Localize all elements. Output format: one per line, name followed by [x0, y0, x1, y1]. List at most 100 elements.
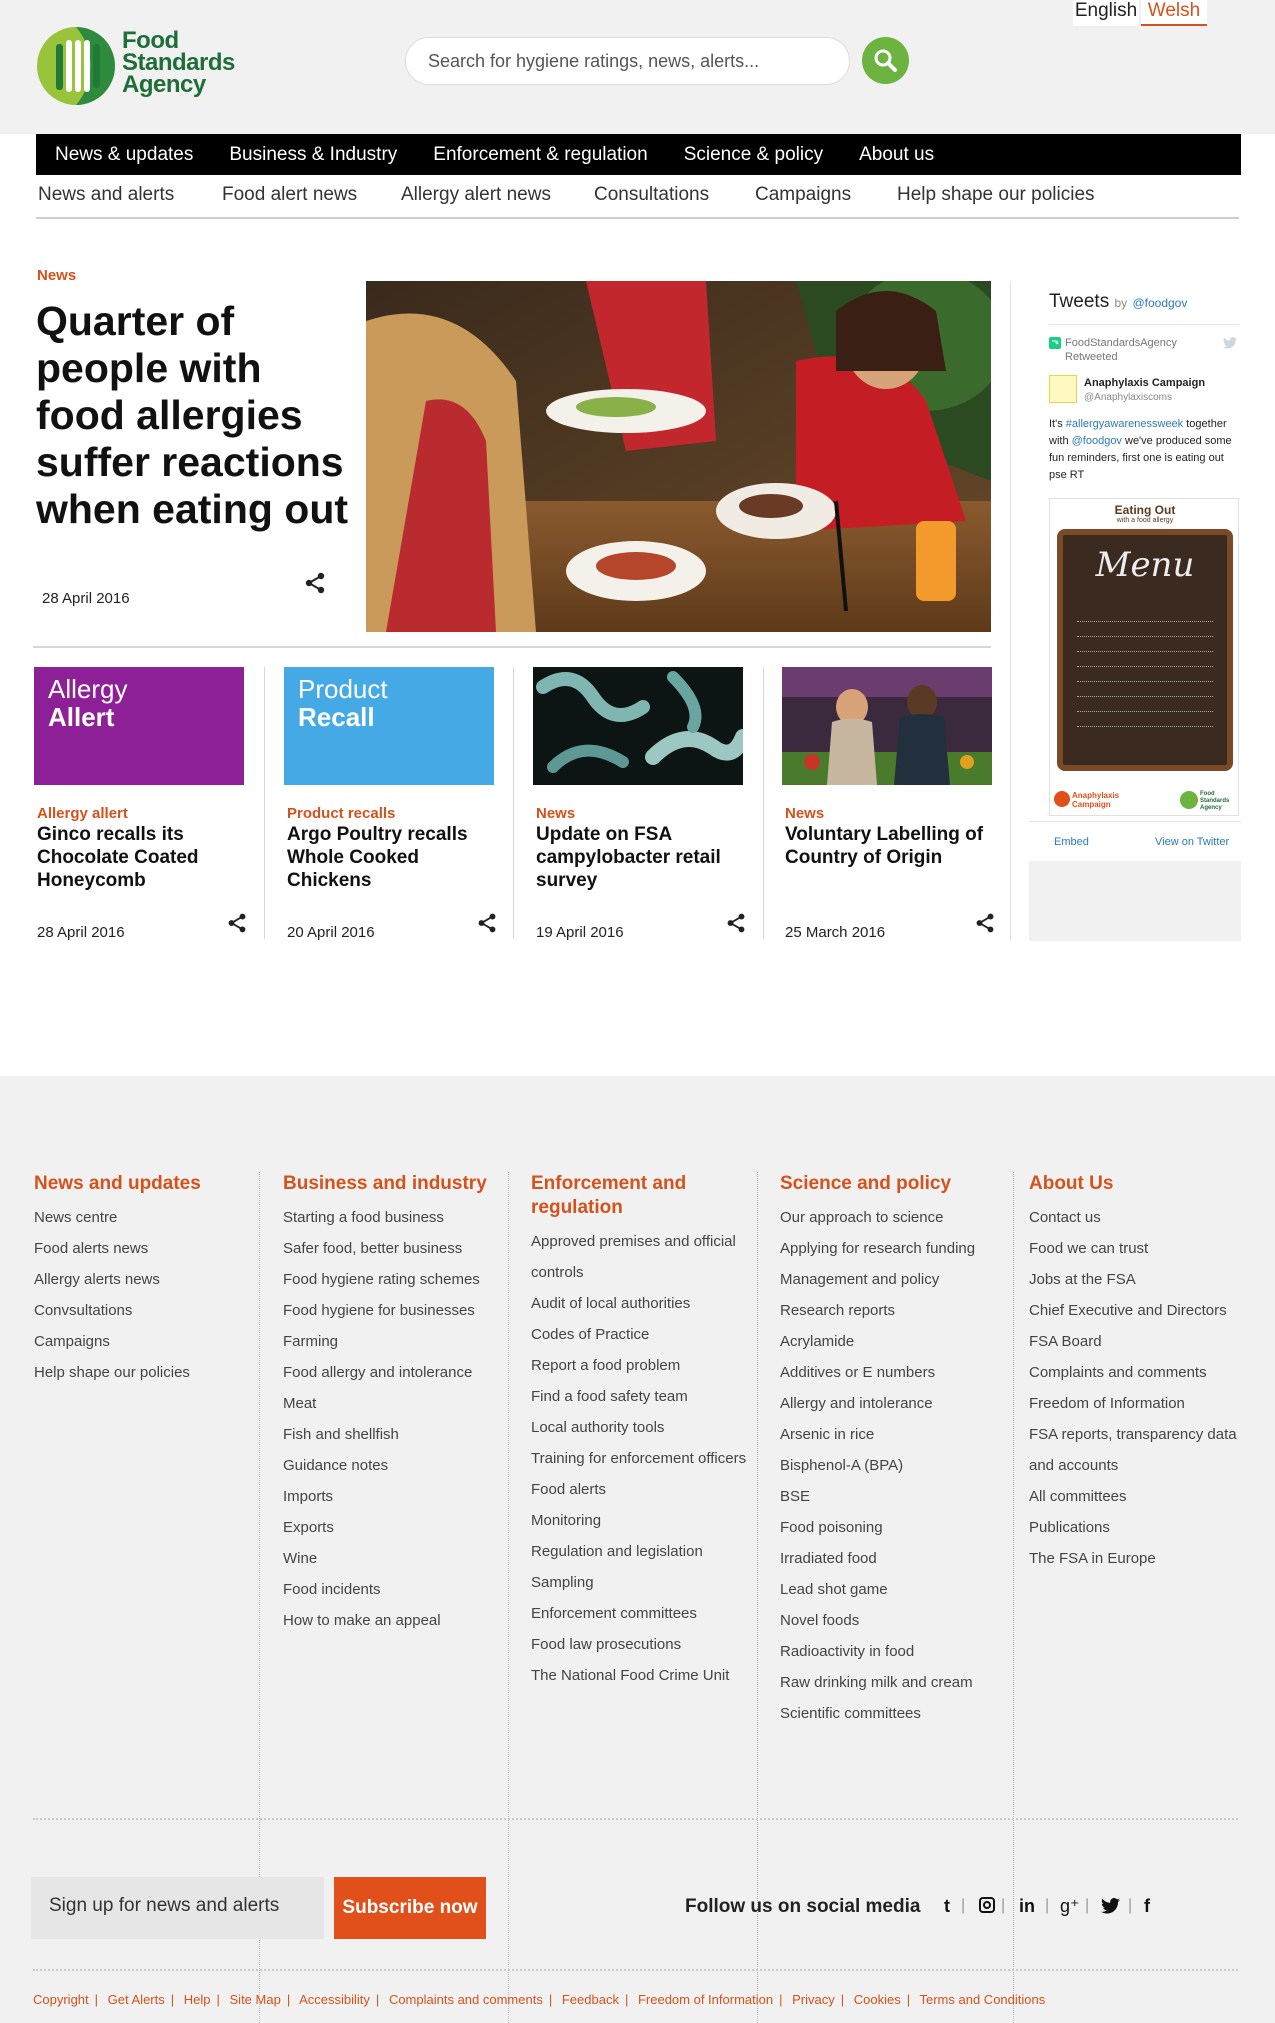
footer-link[interactable]: How to make an appeal [283, 1605, 508, 1636]
legal-link[interactable]: Feedback [562, 1992, 619, 2007]
card-title[interactable]: Argo Poultry recalls Whole Cooked Chicke… [287, 823, 492, 892]
tweets-view-on-twitter-link[interactable]: View on Twitter [1155, 836, 1229, 848]
footer-link[interactable]: Training for enforcement officers [531, 1443, 756, 1474]
footer-link[interactable]: Research reports [780, 1295, 1005, 1326]
footer-link[interactable]: Help shape our policies [34, 1357, 244, 1388]
footer-link[interactable]: Regulation and legislation [531, 1536, 756, 1567]
legal-link[interactable]: Privacy [792, 1992, 835, 2007]
subnav-help-shape-policies[interactable]: Help shape our policies [897, 184, 1095, 206]
footer-heading[interactable]: Business and industry [283, 1172, 508, 1196]
tweet-author[interactable]: Anaphylaxis Campaign [1084, 377, 1205, 389]
footer-link[interactable]: Allergy alerts news [34, 1264, 244, 1295]
nav-enforcement-regulation[interactable]: Enforcement & regulation [414, 134, 664, 175]
footer-link[interactable]: Contact us [1029, 1202, 1249, 1233]
footer-heading[interactable]: Science and policy [780, 1172, 1005, 1196]
footer-link[interactable]: Additives or E numbers [780, 1357, 1005, 1388]
footer-link[interactable]: Our approach to science [780, 1202, 1005, 1233]
footer-link[interactable]: Raw drinking milk and cream [780, 1667, 1005, 1698]
newsletter-signup-input[interactable]: Sign up for news and alerts [31, 1877, 324, 1939]
footer-link[interactable]: News centre [34, 1202, 244, 1233]
footer-link[interactable]: Wine [283, 1543, 508, 1574]
card-share-button[interactable] [725, 912, 749, 936]
tweet-media[interactable]: Eating Out with a food allergy Menu Anap… [1049, 498, 1239, 816]
hero-share-button[interactable] [303, 571, 327, 595]
search-input[interactable] [406, 38, 806, 84]
footer-heading[interactable]: Enforcement and regulation [531, 1172, 756, 1220]
footer-link[interactable]: Food allergy and intolerance [283, 1357, 508, 1388]
hero-image[interactable] [366, 281, 991, 632]
footer-link[interactable]: Acrylamide [780, 1326, 1005, 1357]
search-button[interactable] [862, 37, 909, 84]
nav-about-us[interactable]: About us [840, 134, 951, 175]
footer-link[interactable]: Farming [283, 1326, 508, 1357]
legal-link[interactable]: Complaints and comments [389, 1992, 543, 2007]
footer-link[interactable]: All committees [1029, 1481, 1249, 1512]
footer-link[interactable]: Food we can trust [1029, 1233, 1249, 1264]
footer-link[interactable]: Report a food problem [531, 1350, 756, 1381]
card-title[interactable]: Voluntary Labelling of Country of Origin [785, 823, 990, 869]
footer-link[interactable]: Food alerts news [34, 1233, 244, 1264]
footer-link[interactable]: Campaigns [34, 1326, 244, 1357]
subnav-campaigns[interactable]: Campaigns [755, 184, 851, 206]
news-card[interactable]: Allergy Allert Allergy allert Ginco reca… [34, 667, 246, 941]
footer-link[interactable]: Local authority tools [531, 1412, 756, 1443]
footer-link[interactable]: Imports [283, 1481, 508, 1512]
footer-link[interactable]: FSA Board [1029, 1326, 1249, 1357]
nav-science-policy[interactable]: Science & policy [665, 134, 840, 175]
fsa-logo[interactable]: Food Standards Agency [36, 26, 266, 106]
footer-link[interactable]: Food poisoning [780, 1512, 1005, 1543]
legal-link[interactable]: Terms and Conditions [920, 1992, 1046, 2007]
news-card[interactable]: Product Recall Product recalls Argo Poul… [284, 667, 496, 941]
legal-link[interactable]: Help [184, 1992, 211, 2007]
footer-link[interactable]: Novel foods [780, 1605, 1005, 1636]
footer-link[interactable]: Management and policy [780, 1264, 1005, 1295]
legal-link[interactable]: Get Alerts [108, 1992, 165, 2007]
footer-link[interactable]: Food hygiene for businesses [283, 1295, 508, 1326]
footer-link[interactable]: Irradiated food [780, 1543, 1005, 1574]
language-welsh[interactable]: Welsh [1141, 0, 1207, 26]
footer-link[interactable]: Lead shot game [780, 1574, 1005, 1605]
footer-link[interactable]: Food alerts [531, 1474, 756, 1505]
twitter-bird-icon[interactable] [1223, 337, 1237, 349]
footer-link[interactable]: Monitoring [531, 1505, 756, 1536]
subnav-consultations[interactable]: Consultations [594, 184, 709, 206]
subscribe-button[interactable]: Subscribe now [334, 1877, 486, 1939]
hero-kicker[interactable]: News [37, 267, 76, 284]
card-share-button[interactable] [974, 912, 998, 936]
card-title[interactable]: Ginco recalls its Chocolate Coated Honey… [37, 823, 242, 892]
legal-link[interactable]: Freedom of Information [638, 1992, 773, 2007]
legal-link[interactable]: Site Map [230, 1992, 281, 2007]
footer-link[interactable]: Jobs at the FSA [1029, 1264, 1249, 1295]
footer-link[interactable]: The FSA in Europe [1029, 1543, 1249, 1574]
footer-link[interactable]: Applying for research funding [780, 1233, 1005, 1264]
footer-heading[interactable]: News and updates [34, 1172, 244, 1196]
instagram-icon[interactable] [979, 1897, 995, 1918]
card-title[interactable]: Update on FSA campylobacter retail surve… [536, 823, 741, 892]
legal-link[interactable]: Accessibility [299, 1992, 370, 2007]
google-plus-icon[interactable]: g⁺ [1060, 1896, 1080, 1917]
footer-link[interactable]: Sampling [531, 1567, 756, 1598]
legal-link[interactable]: Cookies [854, 1992, 901, 2007]
tumblr-icon[interactable]: t [944, 1896, 950, 1917]
news-card[interactable]: News Voluntary Labelling of Country of O… [782, 667, 994, 941]
language-english[interactable]: English [1073, 0, 1139, 26]
footer-link[interactable]: Radioactivity in food [780, 1636, 1005, 1667]
card-share-button[interactable] [476, 912, 500, 936]
footer-link[interactable]: Complaints and comments [1029, 1357, 1249, 1388]
linkedin-icon[interactable]: in [1019, 1896, 1035, 1917]
tweet-hashtag[interactable]: #allergyawarenessweek [1066, 418, 1183, 430]
footer-link[interactable]: Freedom of Information [1029, 1388, 1249, 1419]
subnav-food-alert-news[interactable]: Food alert news [222, 184, 357, 206]
footer-link[interactable]: Fish and shellfish [283, 1419, 508, 1450]
footer-link[interactable]: Find a food safety team [531, 1381, 756, 1412]
footer-link[interactable]: Approved premises and official controls [531, 1226, 756, 1288]
footer-link[interactable]: Convsultations [34, 1295, 244, 1326]
card-kicker[interactable]: Product recalls [287, 805, 395, 822]
footer-link[interactable]: Starting a food business [283, 1202, 508, 1233]
footer-link[interactable]: Safer food, better business [283, 1233, 508, 1264]
card-kicker[interactable]: News [536, 805, 575, 822]
footer-heading[interactable]: About Us [1029, 1172, 1249, 1196]
subnav-allergy-alert-news[interactable]: Allergy alert news [401, 184, 551, 206]
nav-business-industry[interactable]: Business & Industry [210, 134, 414, 175]
card-share-button[interactable] [226, 912, 250, 936]
